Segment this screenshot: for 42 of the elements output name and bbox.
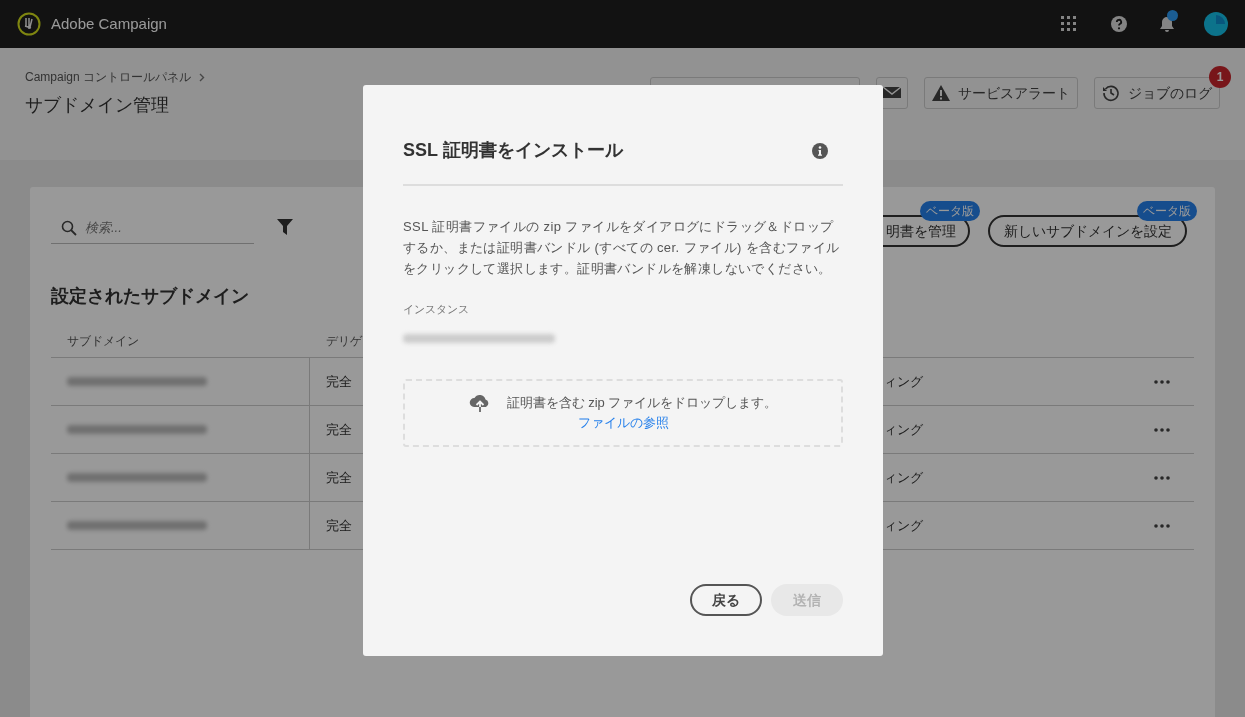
instance-label: インスタンス [403,302,470,317]
column-header[interactable]: サブドメイン [51,331,310,350]
table-cell-text: ィング [883,372,923,391]
more-options-icon[interactable] [1154,475,1170,480]
breadcrumb-link[interactable]: Campaign コントロールパネル [25,68,192,86]
warning-icon [932,85,950,101]
history-icon [1102,84,1120,102]
column-header[interactable]: デリゲ [310,331,362,350]
more-options-icon[interactable] [1154,379,1170,384]
app-title[interactable]: Adobe Campaign [51,12,167,36]
info-icon[interactable] [812,142,828,159]
section-title: 設定されたサブドメイン [51,285,249,308]
service-alert-button[interactable]: サービスアラート [924,77,1078,109]
drop-zone[interactable]: 証明書を含む zip ファイルをドロップします。 ファイルの参照 [403,378,843,447]
table-cell-text: ィング [883,420,923,439]
table-cell-text: ィング [883,516,923,535]
page-title: サブドメイン管理 [25,94,170,117]
table-cell: 完全 [326,517,352,533]
count-badge: 1 [1209,66,1231,88]
filter-icon[interactable] [277,219,293,235]
browse-files-link[interactable]: ファイルの参照 [577,412,669,432]
search-icon [61,219,77,236]
dialog-title: SSL 証明書をインストール [403,139,623,162]
table-cell: 完全 [326,469,352,485]
search-field[interactable]: 検索... [85,217,225,238]
back-button[interactable]: 戻る [690,584,762,616]
table-cell: 完全 [326,421,352,437]
notification-bell-icon[interactable] [1159,15,1175,33]
apps-grid-icon[interactable] [1061,16,1077,32]
beta-badge: ベータ版 [1137,201,1197,221]
table-cell-text: ィング [883,468,923,487]
table-cell: 完全 [326,373,352,389]
logo-icon [17,12,41,36]
more-options-icon[interactable] [1154,523,1170,528]
cloud-upload-icon [468,393,491,412]
avatar-icon[interactable] [1204,12,1228,36]
drop-instructions: 証明書を含む zip ファイルをドロップします。 [506,394,778,412]
dialog-description: SSL 証明書ファイルの zip ファイルをダイアログにドラッグ＆ドロップするか、または証明書バンドル (すべての cer. ファイル) を含むファイルをクリックして選択します。証明書バンドルを解凍しないでください。 [403,218,841,278]
beta-badge: ベータ版 [920,201,980,221]
more-options-icon[interactable] [1154,427,1170,432]
chevron-icon [199,72,206,82]
help-icon[interactable] [1111,16,1127,32]
